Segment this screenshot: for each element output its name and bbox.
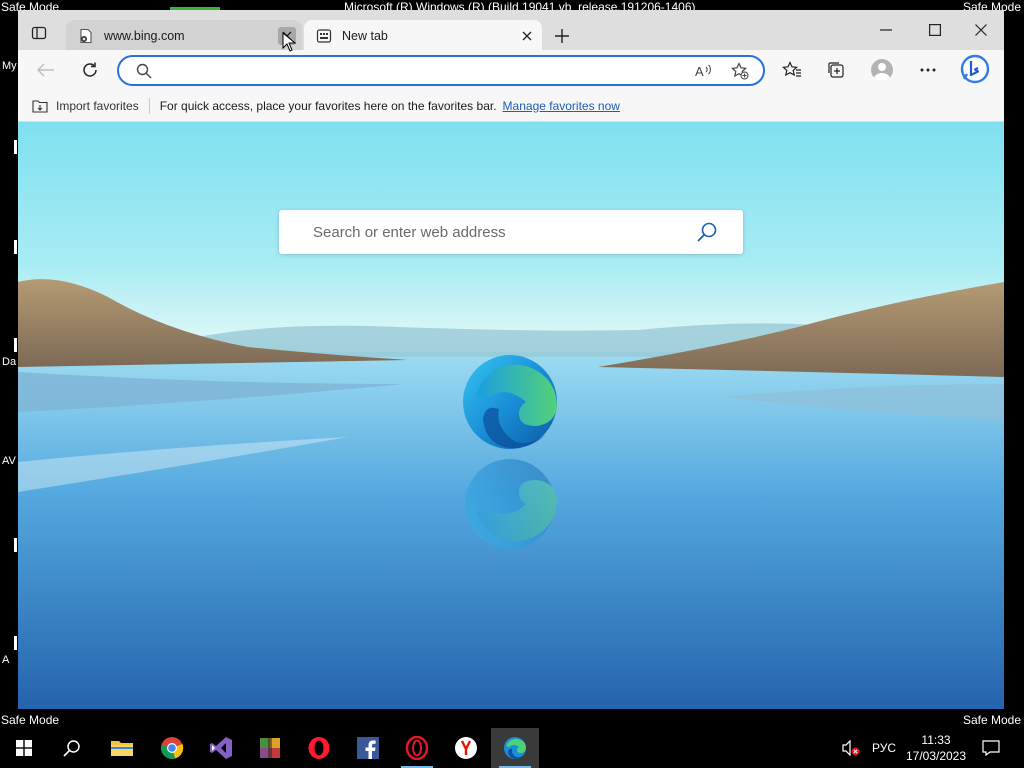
- chrome-icon[interactable]: [148, 728, 196, 768]
- safe-mode-label-bottom-left: Safe Mode: [1, 713, 60, 727]
- desktop-icon-label-fragment: Da: [2, 356, 17, 368]
- tab-bing[interactable]: www.bing.com: [66, 20, 302, 52]
- svg-text:A: A: [695, 64, 704, 79]
- edge-logo-icon: [463, 355, 557, 549]
- page-error-icon: [78, 28, 94, 44]
- maximize-icon[interactable]: [915, 16, 955, 44]
- clock-date: 17/03/2023: [905, 749, 967, 763]
- search-icon[interactable]: [695, 220, 719, 244]
- mouse-cursor-icon: [282, 32, 296, 52]
- close-tab-icon[interactable]: [518, 27, 536, 45]
- desktop-icon-fragment: [14, 140, 17, 154]
- close-window-icon[interactable]: [961, 16, 1001, 44]
- import-icon: [32, 99, 48, 113]
- manage-favorites-link[interactable]: Manage favorites now: [503, 99, 620, 113]
- new-tab-page: [18, 122, 1004, 709]
- ntp-search-box[interactable]: [279, 210, 743, 254]
- read-aloud-icon[interactable]: A: [693, 62, 715, 80]
- desktop-icon-label-fragment: AV: [2, 455, 16, 467]
- volume-muted-icon[interactable]: [842, 728, 860, 768]
- desktop-icon-fragment: [14, 538, 17, 552]
- address-input[interactable]: [161, 62, 681, 80]
- language-indicator[interactable]: РУС: [872, 728, 896, 768]
- desktop-icon-label-fragment: A: [2, 654, 10, 666]
- desktop-icon-fragment: [14, 636, 17, 650]
- collections-icon[interactable]: [820, 56, 852, 84]
- system-clock[interactable]: 11:33 17/03/2023: [900, 732, 972, 764]
- new-tab-plus-icon[interactable]: [550, 24, 574, 48]
- taskbar: РУС 11:33 17/03/2023: [0, 728, 1024, 768]
- add-favorite-icon[interactable]: [729, 62, 751, 80]
- refresh-icon[interactable]: [74, 56, 106, 84]
- bing-chat-icon[interactable]: [958, 52, 992, 86]
- desktop-icon-fragment: [14, 338, 17, 352]
- edge-icon[interactable]: [491, 728, 539, 768]
- yandex-icon[interactable]: [442, 728, 490, 768]
- address-bar[interactable]: A: [117, 55, 765, 86]
- opera-icon[interactable]: [295, 728, 343, 768]
- import-favorites-label: Import favorites: [56, 98, 139, 113]
- divider: [148, 97, 150, 114]
- desktop-icon-label-fragment: My: [2, 60, 17, 72]
- tab-actions-icon[interactable]: [26, 20, 52, 46]
- file-explorer-icon[interactable]: [98, 728, 146, 768]
- favorites-bar: Import favorites For quick access, place…: [18, 90, 1004, 122]
- tab-strip: www.bing.com New tab: [18, 10, 1004, 52]
- search-icon: [133, 62, 155, 80]
- ntp-search-input[interactable]: [313, 222, 693, 242]
- minimize-icon[interactable]: [866, 16, 906, 44]
- visual-studio-icon[interactable]: [197, 728, 245, 768]
- facebook-icon[interactable]: [344, 728, 392, 768]
- tab-title: New tab: [342, 29, 388, 43]
- favorites-icon[interactable]: [776, 56, 808, 84]
- favorites-hint-text: For quick access, place your favorites h…: [159, 98, 497, 113]
- import-favorites-button[interactable]: Import favorites: [32, 99, 139, 113]
- winrar-icon[interactable]: [246, 728, 294, 768]
- clock-time: 11:33: [921, 733, 951, 747]
- more-options-icon[interactable]: [912, 56, 944, 84]
- safe-mode-label-bottom-right: Safe Mode: [962, 713, 1021, 727]
- back-arrow-icon[interactable]: [30, 56, 62, 84]
- notifications-icon[interactable]: [982, 728, 1000, 768]
- navigation-toolbar: A: [18, 50, 1004, 90]
- browser-window: www.bing.com New tab A Import favorites …: [18, 10, 1004, 709]
- tab-new-tab[interactable]: New tab: [304, 20, 542, 52]
- new-tab-page-icon: [316, 28, 332, 44]
- profile-avatar-icon[interactable]: [866, 56, 898, 84]
- tab-title: www.bing.com: [104, 29, 185, 43]
- opera-gx-icon[interactable]: [393, 728, 441, 768]
- search-icon[interactable]: [48, 728, 96, 768]
- desktop-icon-fragment: [14, 240, 17, 254]
- start-windows-icon[interactable]: [0, 728, 48, 768]
